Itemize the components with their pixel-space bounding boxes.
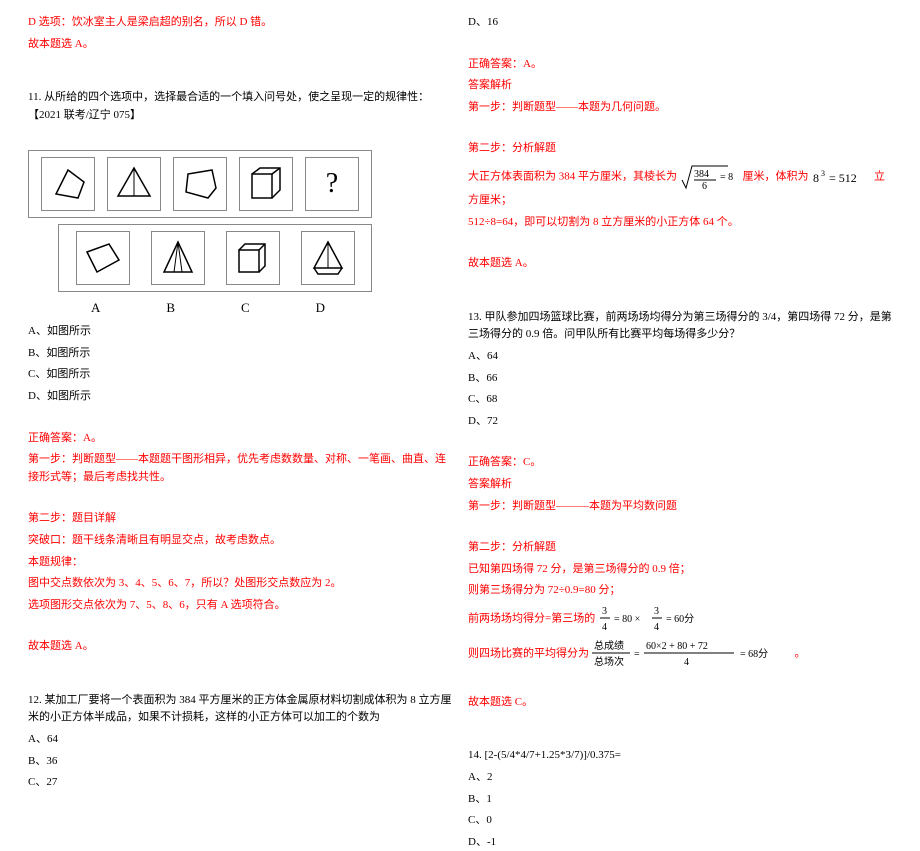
q11-rule1: 图中交点数依次为 3、4、5、6、7，所以？处图形交点数应为 2。: [28, 575, 452, 593]
q11-opt-b: B、如图所示: [28, 345, 452, 363]
q12-ans-hdr: 答案解析: [468, 77, 892, 95]
svg-text:= 80 ×: = 80 ×: [614, 614, 640, 625]
q13-period: 。: [795, 647, 806, 659]
svg-text:= 8: = 8: [720, 172, 733, 183]
q11-step2-hdr: 第二步：题目详解: [28, 510, 452, 528]
q11-opt-a: A、如图所示: [28, 323, 452, 341]
q11-opt-d: D、如图所示: [28, 388, 452, 406]
svg-text:4: 4: [684, 657, 689, 668]
q12-step2-line-a: 大正方体表面积为 384 平方厘米，其棱长为 384 6 = 8 厘米，体积为 …: [468, 162, 892, 210]
svg-text:3: 3: [821, 169, 825, 178]
option-shape-b: [151, 231, 205, 285]
q13-opt-a: A、64: [468, 348, 892, 366]
q12-opt-a: A、64: [28, 731, 452, 749]
label-b: B: [166, 298, 175, 319]
fraction-expr1-icon: 3 4 = 80 × 3 4 = 60分: [598, 604, 728, 634]
q12-opt-c: C、27: [28, 774, 452, 792]
svg-text:总成绩: 总成绩: [594, 639, 624, 652]
conclusion-a-2: 故本题选 A。: [28, 638, 452, 656]
q14-title: 14. [2-(5/4*4/7+1.25*3/7)]/0.375=: [468, 747, 892, 765]
svg-text:4: 4: [602, 622, 607, 633]
shape-1: [41, 157, 95, 211]
conclusion-c: 故本题选 C。: [468, 694, 892, 712]
q11-rule2: 选项图形交点依次为 7、5、8、6，只有 A 选项符合。: [28, 597, 452, 615]
shape-3: [173, 157, 227, 211]
conclusion-a-1: 故本题选 A。: [28, 36, 452, 54]
q13-step2d: 则四场比赛的平均得分为 总成绩总场次 = 60×2 + 80 + 724 = 6…: [468, 638, 892, 670]
q13-opt-d: D、72: [468, 413, 892, 431]
q14-opt-a: A、2: [468, 769, 892, 787]
q11-title: 11. 从所给的四个选项中，选择最合适的一个填入问号处，使之呈现一定的规律性：【…: [28, 89, 452, 124]
q13-title: 13. 甲队参加四场篮球比赛，前两场场均得分为第三场得分的 3/4，第四场得 7…: [468, 309, 892, 344]
svg-text:60×2 + 80 + 72: 60×2 + 80 + 72: [646, 641, 708, 652]
sqrt-expr-icon: 384 6 = 8: [680, 162, 740, 192]
q11-answer: 正确答案：A。: [28, 430, 452, 448]
svg-text:3: 3: [654, 606, 659, 617]
cube-expr-icon: 8 3 = 512: [811, 168, 871, 186]
option-d-explain: D 选项：饮冰室主人是梁启超的别名，所以 D 错。: [28, 14, 452, 32]
q13-step2b: 则第三场得分为 72÷0.9=80 分；: [468, 582, 892, 600]
q14-opt-c: C、0: [468, 812, 892, 830]
q11-breakthrough: 突破口：题干线条清晰且有明显交点，故考虑数点。: [28, 532, 452, 550]
q12-step2-hdr: 第二步：分析解题: [468, 140, 892, 158]
label-a: A: [91, 298, 100, 319]
q13-step2c: 前两场场均得分=第三场的 34 = 80 × 34 = 60分: [468, 604, 892, 634]
q13-answer: 正确答案：C。: [468, 454, 892, 472]
q12-step1: 第一步：判断题型——本题为几何问题。: [468, 99, 892, 117]
q13-ans-hdr: 答案解析: [468, 476, 892, 494]
q12-opt-b: B、36: [28, 753, 452, 771]
q12-answer: 正确答案：A。: [468, 56, 892, 74]
svg-text:= 512: = 512: [829, 171, 857, 185]
option-labels: A B C D: [58, 298, 358, 319]
q14-opt-d: D、-1: [468, 834, 892, 851]
option-shape-d: [301, 231, 355, 285]
svg-text:3: 3: [602, 606, 607, 617]
svg-text:8: 8: [813, 171, 819, 185]
svg-text:4: 4: [654, 622, 659, 633]
q11-step1: 第一步：判断题型——本题题干图形相异，优先考虑数数量、对称、一笔画、曲直、连接形…: [28, 451, 452, 486]
q11-rule-hdr: 本题规律：: [28, 554, 452, 572]
q12-title: 12. 某加工厂要将一个表面积为 384 平方厘米的正方体金属原材料切割成体积为…: [28, 692, 452, 727]
label-c: C: [241, 298, 250, 319]
q12-step2-line-b: 512÷8=64，即可以切割为 8 立方厘米的小正方体 64 个。: [468, 214, 892, 232]
conclusion-a-3: 故本题选 A。: [468, 255, 892, 273]
svg-text:384: 384: [694, 169, 709, 180]
question-mark: ?: [305, 157, 359, 211]
svg-text:= 60分: = 60分: [666, 613, 694, 625]
svg-text:6: 6: [702, 181, 707, 192]
label-d: D: [316, 298, 325, 319]
shape-2: [107, 157, 161, 211]
left-column: D 选项：饮冰室主人是梁启超的别名，所以 D 错。 故本题选 A。 11. 从所…: [20, 10, 460, 641]
q13-opt-c: C、68: [468, 391, 892, 409]
q13-step2-hdr: 第二步：分析解题: [468, 539, 892, 557]
q13-step1: 第一步：判断题型———本题为平均数问题: [468, 498, 892, 516]
right-column: D、16 正确答案：A。 答案解析 第一步：判断题型——本题为几何问题。 第二步…: [460, 10, 900, 641]
q13-step2a: 已知第四场得 72 分，是第三场得分的 0.9 倍；: [468, 561, 892, 579]
q11-figure-row: ?: [28, 150, 372, 218]
fraction-expr2-icon: 总成绩总场次 = 60×2 + 80 + 724 = 68分: [592, 638, 792, 670]
svg-text:= 68分: = 68分: [740, 648, 768, 660]
q13-opt-b: B、66: [468, 370, 892, 388]
q11-options-row: [58, 224, 372, 292]
svg-text:总场次: 总场次: [594, 655, 624, 668]
shape-4: [239, 157, 293, 211]
q14-opt-b: B、1: [468, 791, 892, 809]
q12-opt-d: D、16: [468, 14, 892, 32]
q11-opt-c: C、如图所示: [28, 366, 452, 384]
option-shape-c: [226, 231, 280, 285]
option-shape-a: [76, 231, 130, 285]
